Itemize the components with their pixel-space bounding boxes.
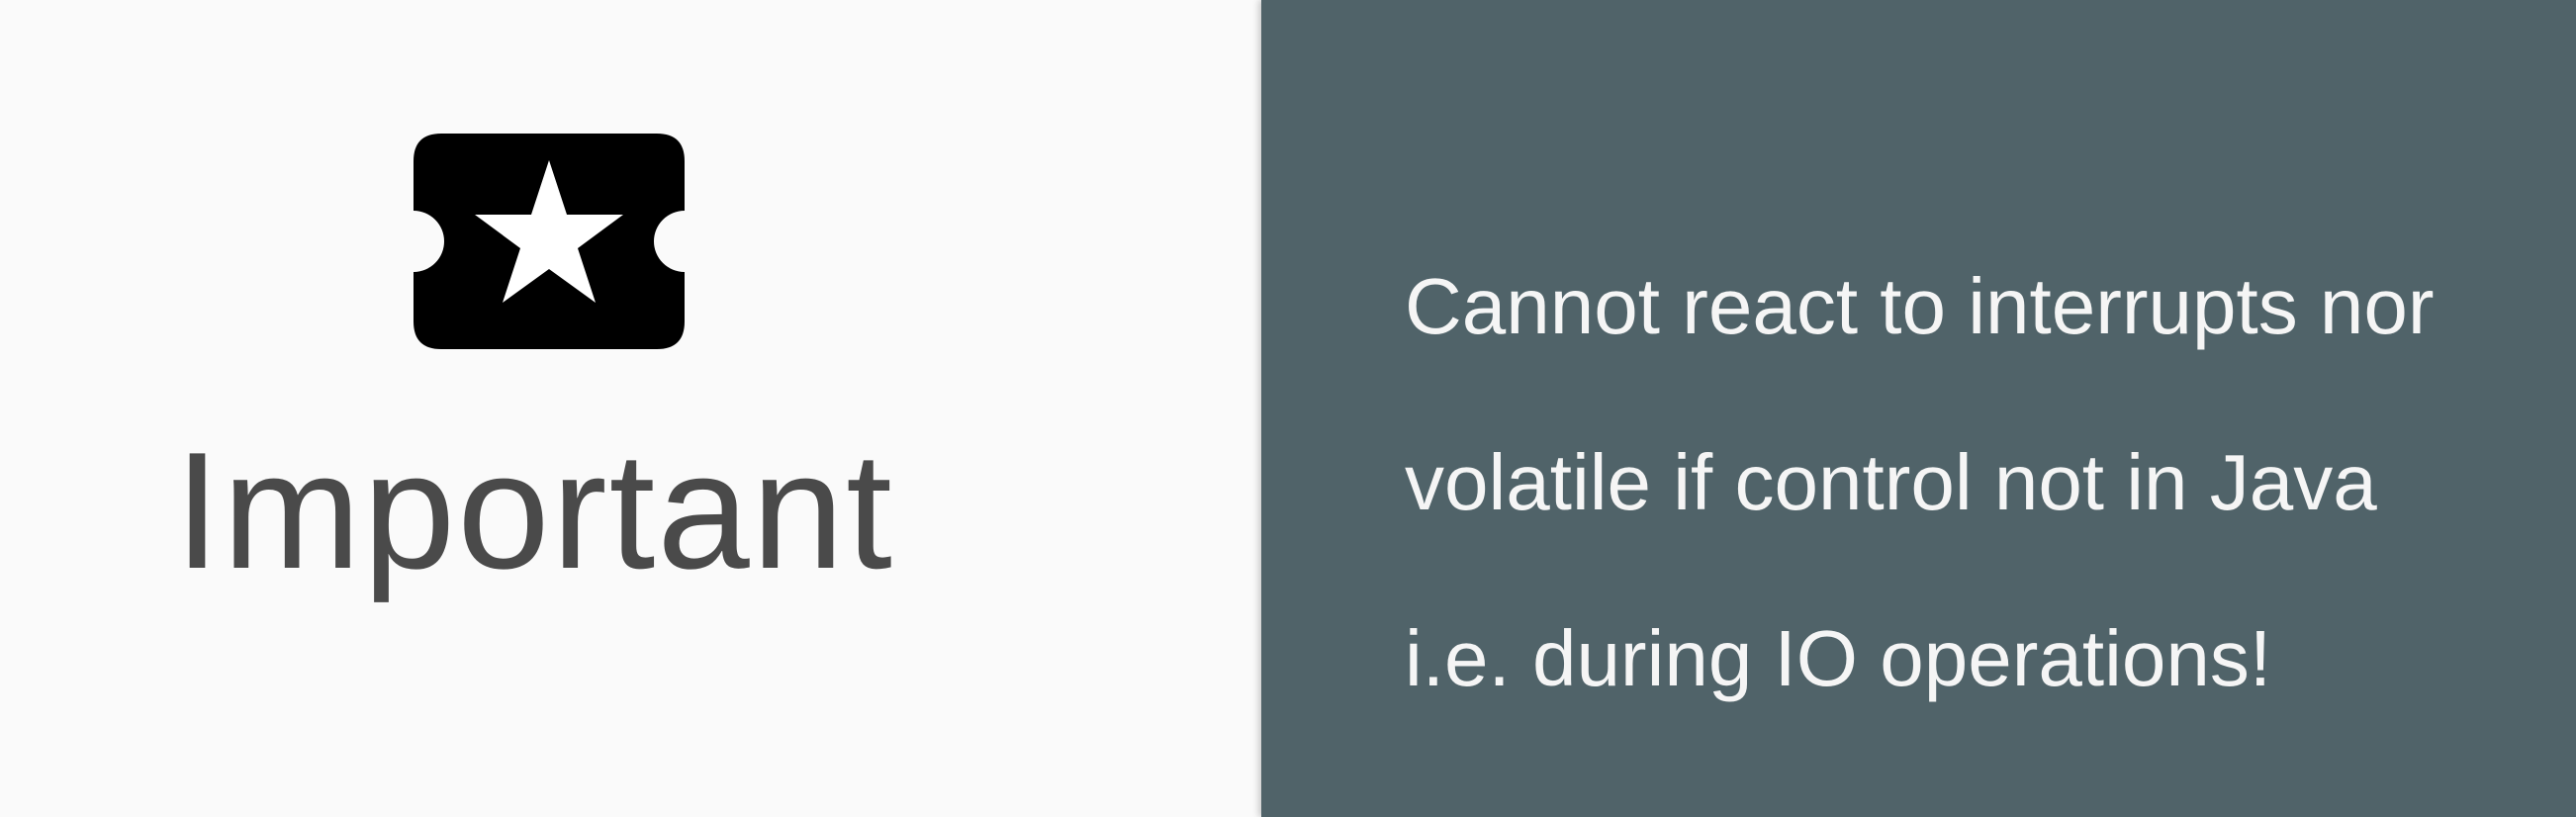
right-panel: Cannot react to interrupts nor volatile … (1261, 0, 2576, 817)
left-panel: Important (0, 0, 1261, 817)
slide: Important Cannot react to interrupts nor… (0, 0, 2576, 817)
message-line: i.e. during IO operations! (1405, 614, 2272, 702)
message-text: Cannot react to interrupts nor volatile … (1405, 267, 2562, 795)
ticket-star-icon (414, 134, 685, 349)
message-line: Cannot react to interrupts nor (1405, 262, 2435, 350)
important-label: Important (174, 417, 894, 603)
message-line: volatile if control not in Java (1405, 438, 2377, 526)
